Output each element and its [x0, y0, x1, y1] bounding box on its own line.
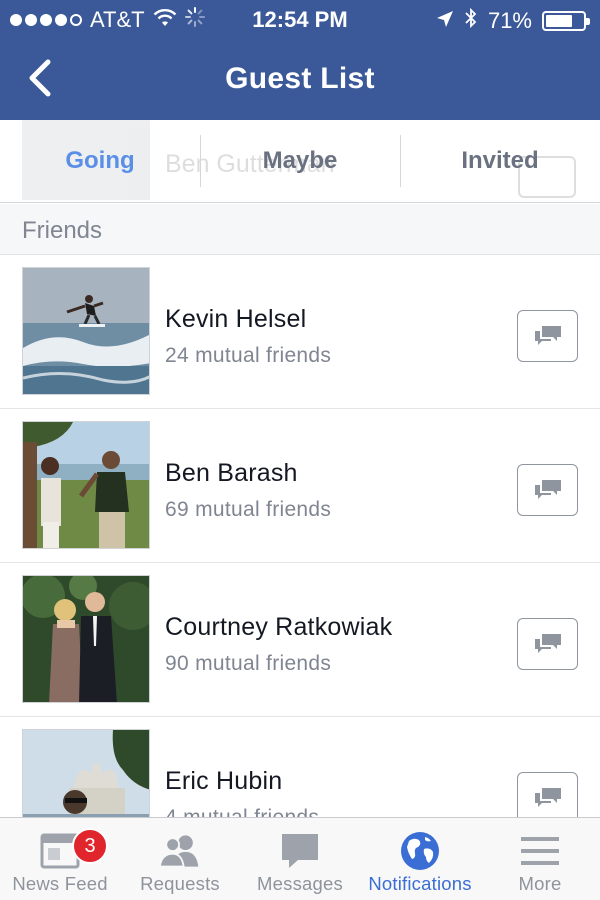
guest-name: Eric Hubin [165, 767, 283, 795]
mutual-friends-count: 24 mutual friends [165, 344, 332, 367]
chat-bubbles-icon [534, 634, 561, 653]
tabbar-messages[interactable]: Messages [240, 818, 360, 900]
tabbar-label: News Feed [12, 873, 108, 894]
location-arrow-icon [436, 8, 454, 34]
section-header: Friends [0, 204, 600, 255]
tabbar-label: More [518, 873, 562, 894]
list-item[interactable]: Courtney Ratkowiak 90 mutual friends [0, 563, 600, 717]
message-button[interactable] [517, 772, 578, 817]
menu-icon [518, 830, 562, 872]
battery-percent: 71% [487, 8, 532, 33]
avatar[interactable] [22, 575, 150, 703]
tabbar-requests[interactable]: Requests [120, 818, 240, 900]
tabbar-news-feed[interactable]: 3 News Feed [0, 818, 120, 900]
guest-name: Courtney Ratkowiak [165, 613, 393, 641]
list-item[interactable]: Kevin Helsel 24 mutual friends [0, 255, 600, 409]
tabbar-more[interactable]: More [480, 818, 600, 900]
app-header: AT&T 12:54 PM 71% Guest List [0, 0, 600, 120]
status-bar: AT&T 12:54 PM 71% [0, 0, 600, 40]
tab-invited[interactable]: Invited [400, 120, 600, 202]
friend-requests-icon [158, 830, 202, 872]
notification-badge: 3 [72, 828, 108, 864]
tab-going[interactable]: Going [0, 120, 200, 202]
guest-name: Kevin Helsel [165, 305, 307, 333]
tabbar-label: Notifications [368, 873, 472, 894]
battery-icon [542, 11, 590, 31]
rsvp-tabs: Ben Gutterman Going Maybe Invited [0, 120, 600, 203]
tabbar-label: Requests [140, 873, 220, 894]
guest-list: Kevin Helsel 24 mutual friends Ben Baras… [0, 255, 600, 817]
mutual-friends-count: 4 mutual friends [165, 806, 319, 817]
avatar[interactable] [22, 267, 150, 395]
avatar[interactable] [22, 729, 150, 817]
page-title: Guest List [225, 62, 375, 95]
status-right: 71% [436, 7, 590, 35]
messages-icon [278, 830, 322, 872]
bottom-tab-bar: 3 News Feed Requests Messages Notificati… [0, 817, 600, 900]
tab-maybe[interactable]: Maybe [200, 120, 400, 202]
chat-bubbles-icon [534, 788, 561, 807]
message-button[interactable] [517, 464, 578, 516]
mutual-friends-count: 90 mutual friends [165, 652, 332, 675]
battery-fill [546, 15, 572, 27]
chat-bubbles-icon [534, 326, 561, 345]
section-title: Friends [22, 217, 103, 244]
bluetooth-icon [464, 7, 478, 35]
mutual-friends-count: 69 mutual friends [165, 498, 332, 521]
globe-icon [398, 830, 442, 872]
chat-bubbles-icon [534, 480, 561, 499]
avatar[interactable] [22, 421, 150, 549]
guest-name: Ben Barash [165, 459, 298, 487]
nav-bar: Guest List [0, 40, 600, 120]
message-button[interactable] [517, 618, 578, 670]
tabbar-notifications[interactable]: Notifications [360, 818, 480, 900]
list-item[interactable]: Eric Hubin 4 mutual friends [0, 717, 600, 817]
message-button[interactable] [517, 310, 578, 362]
tabbar-label: Messages [257, 873, 343, 894]
list-item[interactable]: Ben Barash 69 mutual friends [0, 409, 600, 563]
